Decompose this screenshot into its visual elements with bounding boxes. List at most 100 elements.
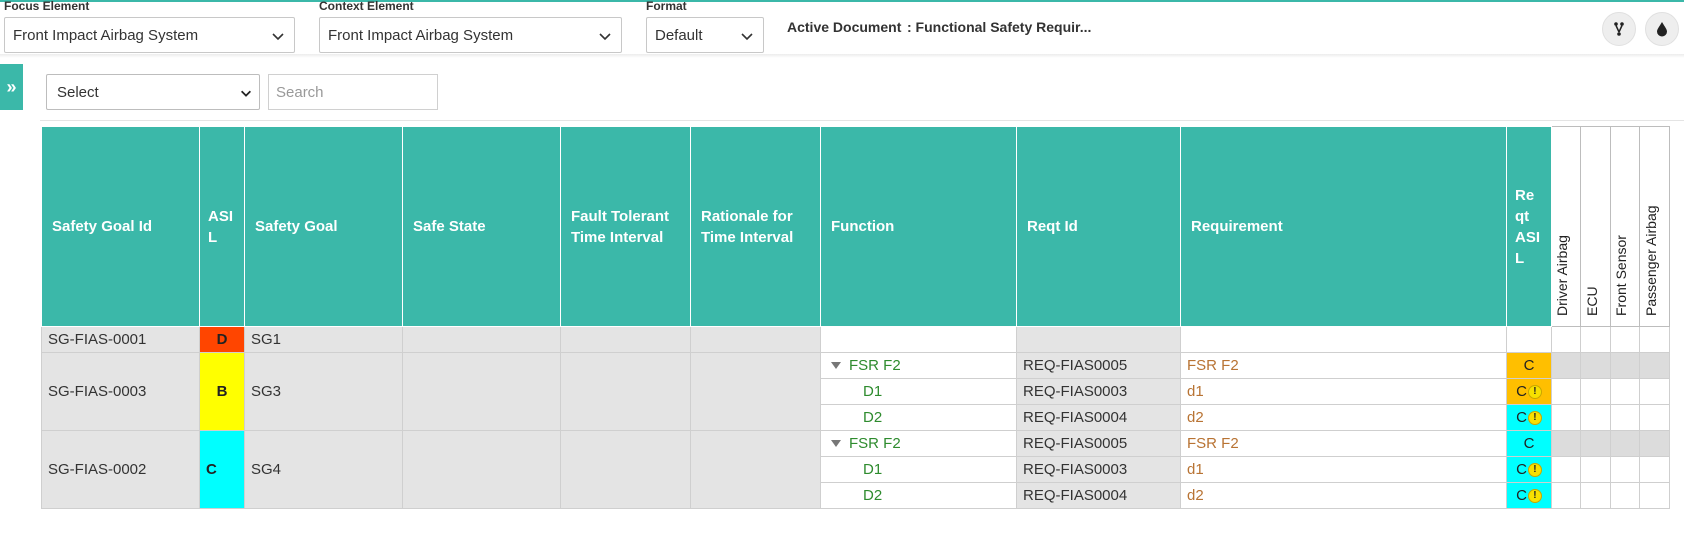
function-cell[interactable]: D2 — [820, 404, 1017, 431]
function-cell[interactable]: D1 — [820, 378, 1017, 405]
toolbar-divider — [40, 120, 1684, 121]
rationale-cell — [690, 430, 821, 509]
col-asil[interactable]: ASI L — [199, 126, 245, 327]
warning-icon[interactable]: ! — [1527, 411, 1542, 426]
allocation-cell[interactable] — [1551, 456, 1581, 483]
allocation-cell[interactable] — [1580, 430, 1611, 457]
table-row[interactable]: SG-FIAS-0002 C SG4 FSR F2 REQ-FIAS0005 F… — [41, 430, 1670, 509]
allocation-cell[interactable] — [1580, 456, 1611, 483]
context-element-label: Context Element — [319, 0, 414, 13]
col-reqt-asil[interactable]: Re qt ASI L — [1506, 126, 1552, 327]
function-cell[interactable]: FSR F2 — [820, 352, 1017, 379]
allocation-cell[interactable] — [1551, 404, 1581, 431]
branch-button[interactable] — [1602, 12, 1636, 46]
focus-element-select[interactable]: Front Impact Airbag System — [4, 17, 295, 53]
reqt-asil-cell: C — [1506, 430, 1552, 457]
allocation-cell[interactable] — [1580, 404, 1611, 431]
allocation-cell[interactable] — [1551, 482, 1581, 509]
allocation-cell[interactable] — [1639, 404, 1670, 431]
table-row[interactable]: SG-FIAS-0003 B SG3 FSR F2 REQ-FIAS0005 F… — [41, 352, 1670, 431]
context-element-value: Front Impact Airbag System — [328, 26, 514, 44]
sidebar-toggle-button[interactable]: » — [0, 64, 23, 110]
warning-icon[interactable]: ! — [1527, 385, 1542, 400]
header-shadow — [0, 54, 1684, 58]
reqt-id-cell: REQ-FIAS0004 — [1016, 482, 1181, 509]
col-ecu-label: ECU — [1583, 286, 1600, 316]
warning-icon[interactable]: ! — [1527, 489, 1542, 504]
search-placeholder: Search — [276, 83, 324, 101]
allocation-cell[interactable] — [1551, 378, 1581, 405]
function-cell — [820, 326, 1017, 353]
allocation-cell[interactable] — [1610, 326, 1640, 353]
allocation-cell[interactable] — [1639, 352, 1670, 379]
allocation-cell[interactable] — [1610, 456, 1640, 483]
allocation-cell[interactable] — [1580, 326, 1611, 353]
requirement-cell[interactable]: d1 — [1180, 456, 1507, 483]
requirement-cell[interactable]: FSR F2 — [1180, 352, 1507, 379]
allocation-cell[interactable] — [1551, 430, 1581, 457]
chevron-down-icon — [741, 33, 753, 41]
function-cell[interactable]: FSR F2 — [820, 430, 1017, 457]
active-document-value[interactable]: : Functional Safety Requir... — [907, 19, 1091, 35]
filter-select[interactable]: Select — [46, 74, 260, 110]
ftti-cell — [560, 326, 691, 353]
col-driver-airbag[interactable]: Driver Airbag — [1551, 126, 1581, 327]
reqt-id-cell: REQ-FIAS0005 — [1016, 352, 1181, 379]
search-input[interactable]: Search — [268, 74, 438, 110]
allocation-cell[interactable] — [1551, 326, 1581, 353]
chevron-down-icon — [272, 33, 284, 41]
allocation-cell[interactable] — [1580, 352, 1611, 379]
triangle-down-icon[interactable] — [831, 362, 841, 370]
col-ftti[interactable]: Fault Tolerant Time Interval — [560, 126, 691, 327]
allocation-cell[interactable] — [1639, 430, 1670, 457]
col-driver-airbag-label: Driver Airbag — [1554, 235, 1570, 316]
focus-element-label: Focus Element — [4, 0, 90, 13]
reqt-asil-cell: C! — [1506, 456, 1552, 483]
col-safety-goal[interactable]: Safety Goal — [244, 126, 403, 327]
allocation-cell[interactable] — [1551, 352, 1581, 379]
rationale-cell — [690, 326, 821, 353]
safety-goal-cell: SG4 — [244, 430, 403, 509]
col-requirement[interactable]: Requirement — [1180, 126, 1507, 327]
col-safe-state[interactable]: Safe State — [402, 126, 561, 327]
allocation-cell[interactable] — [1610, 378, 1640, 405]
reqt-id-cell: REQ-FIAS0003 — [1016, 378, 1181, 405]
drop-button[interactable] — [1645, 12, 1679, 46]
reqt-asil-value: C — [1516, 409, 1527, 426]
col-passenger-airbag[interactable]: Passenger Airbag — [1639, 126, 1670, 327]
safe-state-cell — [402, 430, 561, 509]
col-front-sensor-label: Front Sensor — [1613, 235, 1629, 316]
allocation-cell[interactable] — [1610, 404, 1640, 431]
allocation-cell[interactable] — [1610, 430, 1640, 457]
triangle-down-icon[interactable] — [831, 440, 841, 448]
function-cell[interactable]: D1 — [820, 456, 1017, 483]
format-value: Default — [655, 26, 703, 44]
col-rationale[interactable]: Rationale for Time Interval — [690, 126, 821, 327]
col-reqt-id[interactable]: Reqt Id — [1016, 126, 1181, 327]
asil-badge: B — [199, 352, 245, 431]
allocation-cell[interactable] — [1639, 326, 1670, 353]
col-safety-goal-id[interactable]: Safety Goal Id — [41, 126, 200, 327]
allocation-cell[interactable] — [1639, 378, 1670, 405]
warning-icon[interactable]: ! — [1527, 463, 1542, 478]
requirement-cell[interactable]: d2 — [1180, 482, 1507, 509]
col-ecu[interactable]: ECU — [1580, 126, 1611, 327]
function-cell[interactable]: D2 — [820, 482, 1017, 509]
allocation-cell[interactable] — [1580, 378, 1611, 405]
allocation-cell[interactable] — [1610, 352, 1640, 379]
table-row[interactable]: SG-FIAS-0001 D SG1 — [41, 326, 1670, 353]
allocation-cell[interactable] — [1610, 482, 1640, 509]
requirement-cell[interactable]: d1 — [1180, 378, 1507, 405]
requirement-cell[interactable]: d2 — [1180, 404, 1507, 431]
format-select[interactable]: Default — [646, 17, 764, 53]
requirement-cell[interactable]: FSR F2 — [1180, 430, 1507, 457]
function-name: FSR F2 — [849, 435, 901, 452]
col-passenger-airbag-label: Passenger Airbag — [1642, 205, 1659, 316]
allocation-cell[interactable] — [1639, 482, 1670, 509]
active-document-label: Active Document — [787, 19, 902, 35]
allocation-cell[interactable] — [1639, 456, 1670, 483]
col-function[interactable]: Function — [820, 126, 1017, 327]
allocation-cell[interactable] — [1580, 482, 1611, 509]
col-front-sensor[interactable]: Front Sensor — [1610, 126, 1640, 327]
context-element-select[interactable]: Front Impact Airbag System — [319, 17, 622, 53]
